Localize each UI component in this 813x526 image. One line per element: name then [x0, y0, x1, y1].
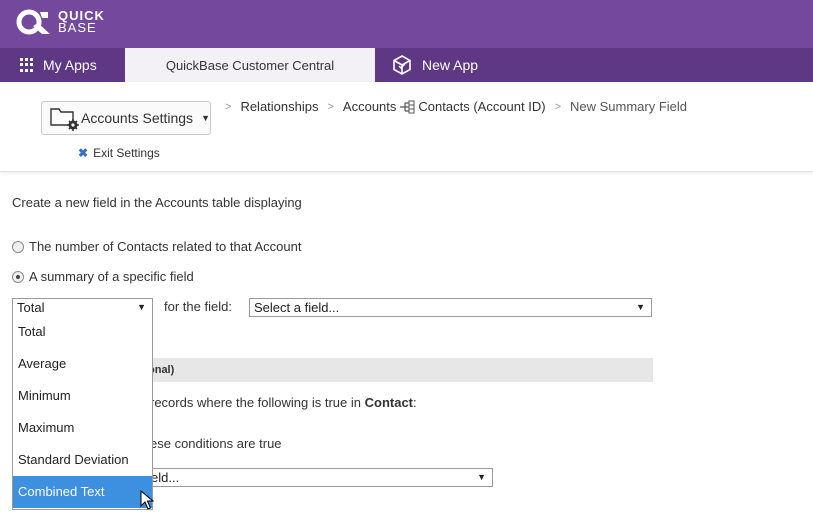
grid-icon [20, 58, 34, 72]
chevron-down-icon: ▼ [477, 472, 486, 482]
intro-text: Create a new field in the Accounts table… [12, 195, 302, 210]
radio-count-option[interactable]: The number of Contacts related to that A… [12, 239, 301, 254]
new-app-label: New App [422, 57, 479, 73]
summary-type-dropdown[interactable]: Total Average Minimum Maximum Standard D… [12, 316, 153, 510]
filter-text-suffix: : [413, 395, 417, 410]
accounts-settings-button[interactable]: Accounts Settings ▼ [41, 101, 211, 135]
filter-section-header: onal) [140, 358, 653, 382]
condition-field-select[interactable]: eld... ▼ [140, 468, 493, 487]
relationship-icon [400, 100, 415, 113]
radio-summary[interactable] [12, 270, 24, 283]
tab-customer-central[interactable]: QuickBase Customer Central [125, 48, 375, 82]
quickbase-logo[interactable]: QUICK BASE [16, 8, 105, 36]
breadcrumb-separator-icon: > [554, 100, 561, 113]
chevron-down-icon: ▼ [201, 113, 210, 123]
for-field-label: for the field: [164, 299, 232, 314]
accounts-settings-label: Accounts Settings [81, 110, 194, 126]
radio-summary-label: A summary of a specific field [29, 269, 194, 284]
radio-summary-option[interactable]: A summary of a specific field [12, 269, 194, 284]
breadcrumb-separator-icon: > [225, 100, 232, 113]
close-icon: ✖ [78, 146, 89, 160]
field-select[interactable]: Select a field... ▼ [249, 298, 652, 317]
breadcrumb: > Relationships > Accounts Contacts (Acc… [216, 99, 687, 114]
app-tab-bar: My Apps QuickBase Customer Central New A… [0, 48, 813, 82]
exit-settings-link[interactable]: ✖ Exit Settings [78, 146, 160, 160]
filter-description: records where the following is true in C… [150, 395, 417, 410]
summary-type-select[interactable]: Total ▼ [12, 298, 153, 317]
summary-type-value: Total [17, 300, 45, 315]
breadcrumb-contacts[interactable]: Contacts (Account ID) [418, 99, 545, 114]
cube-icon [393, 55, 411, 75]
logo-wordmark: QUICK BASE [58, 9, 105, 35]
dropdown-option[interactable]: Standard Deviation [13, 444, 152, 476]
dropdown-option[interactable]: Total [13, 316, 152, 348]
mouse-cursor-icon [140, 490, 154, 510]
conditions-text: ese conditions are true [150, 436, 282, 451]
settings-header: Accounts Settings ▼ ✖ Exit Settings > Re… [0, 82, 813, 172]
dropdown-option-highlighted[interactable]: Combined Text [13, 476, 152, 508]
radio-count[interactable] [12, 240, 24, 253]
dropdown-option[interactable]: Maximum [13, 412, 152, 444]
field-select-value: Select a field... [254, 300, 340, 315]
dropdown-option[interactable]: Average [13, 348, 152, 380]
exit-settings-label: Exit Settings [93, 146, 160, 160]
breadcrumb-relationships[interactable]: Relationships [240, 99, 318, 114]
tab-customer-central-label: QuickBase Customer Central [165, 57, 335, 73]
new-app-tab[interactable]: New App [392, 48, 478, 82]
chevron-down-icon: ▼ [636, 302, 645, 312]
brand-bar: QUICK BASE [0, 0, 813, 48]
folder-gear-icon [50, 108, 79, 131]
breadcrumb-separator-icon: > [327, 100, 334, 113]
breadcrumb-current: New Summary Field [570, 99, 688, 114]
quickbase-logo-icon [16, 9, 50, 35]
logo-line-2: BASE [58, 20, 97, 35]
condition-field-value: eld... [151, 470, 180, 485]
radio-count-label: The number of Contacts related to that A… [29, 239, 302, 254]
dropdown-option[interactable]: Minimum [13, 380, 152, 412]
breadcrumb-accounts[interactable]: Accounts [343, 99, 396, 114]
my-apps-tab[interactable]: My Apps [0, 48, 124, 82]
my-apps-label: My Apps [43, 57, 97, 73]
chevron-down-icon: ▼ [137, 302, 146, 312]
filter-text-prefix: records where the following is true in [150, 395, 365, 410]
filter-text-table: Contact [364, 395, 413, 410]
